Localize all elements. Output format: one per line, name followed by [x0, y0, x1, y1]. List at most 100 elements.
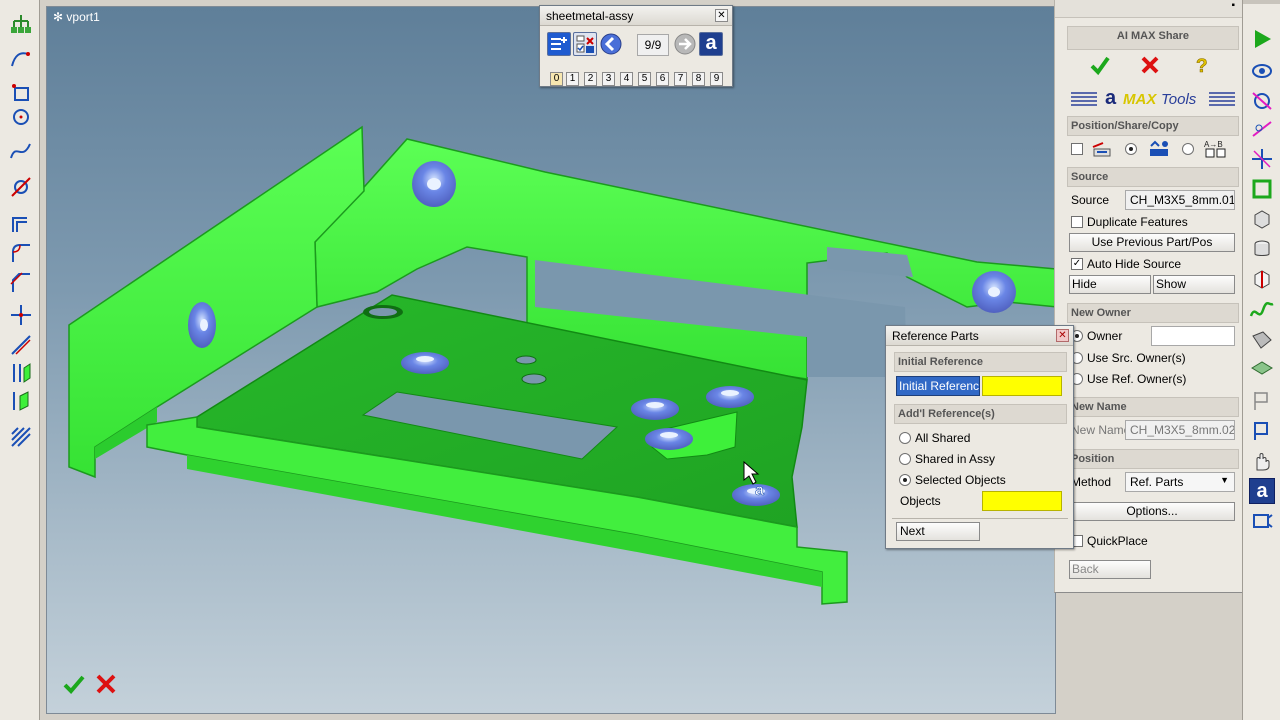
share-radio[interactable]	[1125, 143, 1137, 155]
duplicate-features-checkbox[interactable]	[1071, 216, 1083, 228]
shared-in-assy-label: Shared in Assy	[915, 452, 996, 466]
green-square-icon[interactable]	[1249, 176, 1275, 202]
check-icon[interactable]	[61, 671, 87, 697]
number-button[interactable]: 5	[638, 72, 651, 86]
position-header: Position	[1067, 449, 1239, 469]
source-field[interactable]: CH_M3X5_8mm.01	[1125, 190, 1235, 210]
number-button[interactable]: 7	[674, 72, 687, 86]
chevron-down-icon: ▼	[1220, 475, 1229, 485]
svg-text:A→B: A→B	[1204, 140, 1223, 149]
use-ref-owner-label: Use Ref. Owner(s)	[1087, 372, 1187, 386]
flag-icon[interactable]	[1249, 388, 1275, 414]
sheetmetal-assy-toolbar: sheetmetal-assy ✕ 9/9 a 0 1 2 3 4 5 6 7 8…	[539, 5, 733, 87]
split-tool-icon[interactable]	[8, 360, 34, 386]
number-button[interactable]: 4	[620, 72, 633, 86]
panel-title: AI MAX Share	[1067, 26, 1239, 50]
toolbar-titlebar: sheetmetal-assy ✕	[540, 6, 732, 26]
x-icon[interactable]	[93, 671, 119, 697]
method-select[interactable]: Ref. Parts ▼	[1125, 472, 1235, 492]
flag-blue-icon[interactable]	[1249, 418, 1275, 444]
maxtools-logo: a MAX Tools	[1067, 86, 1239, 112]
all-shared-radio[interactable]	[899, 432, 911, 444]
tangent-tool-icon[interactable]	[8, 174, 34, 200]
panel-titlebar: ▪	[1055, 0, 1243, 18]
curve-tool-icon[interactable]	[8, 46, 34, 72]
extend-tool-icon[interactable]	[8, 388, 34, 414]
objects-label: Objects	[900, 494, 941, 508]
rectangle-tool-icon[interactable]	[8, 80, 34, 106]
chamfer-tool-icon[interactable]	[8, 270, 34, 296]
check-list-icon[interactable]	[573, 32, 597, 56]
hide-button[interactable]: Hide	[1069, 275, 1151, 294]
line-tool-icon[interactable]	[8, 332, 34, 358]
number-button[interactable]: 1	[566, 72, 579, 86]
wave-icon[interactable]	[1249, 298, 1275, 324]
menu-lines-icon[interactable]	[1207, 90, 1237, 108]
axis-icon[interactable]	[1249, 146, 1275, 172]
owner-field[interactable]	[1151, 326, 1235, 346]
number-button[interactable]: 8	[692, 72, 705, 86]
position-checkbox[interactable]	[1071, 143, 1083, 155]
part-counter: 9/9	[637, 34, 669, 56]
duplicate-features-label: Duplicate Features	[1087, 215, 1188, 229]
help-icon[interactable]: ?	[1191, 54, 1213, 76]
new-name-field[interactable]: CH_M3X5_8mm.02	[1125, 420, 1235, 440]
initial-reference-field[interactable]: Initial Referenc	[896, 376, 980, 396]
share-mode-icon[interactable]	[1147, 138, 1171, 160]
hand-icon[interactable]	[1249, 448, 1275, 474]
intersect-tool-icon[interactable]	[8, 302, 34, 328]
hatch-tool-icon[interactable]	[8, 424, 34, 450]
play-icon[interactable]	[1249, 26, 1275, 52]
offset-tool-icon[interactable]	[8, 210, 34, 236]
next-button[interactable]: Next	[896, 522, 980, 541]
ok-check-icon[interactable]	[1089, 54, 1111, 76]
auto-hide-source-checkbox[interactable]: ✓	[1071, 258, 1083, 270]
method-label: Method	[1071, 475, 1112, 489]
objects-field[interactable]	[982, 491, 1062, 511]
hatch-panel-icon[interactable]	[1249, 356, 1275, 382]
owner-label: Owner	[1087, 329, 1123, 343]
cylinder-icon[interactable]	[1249, 236, 1275, 262]
ai-logo-icon[interactable]: a	[699, 32, 723, 56]
circle-tool-icon[interactable]	[8, 104, 34, 130]
quickplace-label: QuickPlace	[1087, 534, 1148, 548]
back-button[interactable]: Back	[1069, 560, 1151, 579]
menu-lines-icon[interactable]	[1069, 90, 1099, 108]
auto-hide-source-label: Auto Hide Source	[1087, 257, 1182, 271]
close-button[interactable]: ✕	[715, 9, 728, 22]
copy-mode-icon[interactable]: A→B	[1203, 138, 1229, 160]
add-list-icon[interactable]	[547, 32, 571, 56]
number-button[interactable]: 3	[602, 72, 615, 86]
options-button[interactable]: Options...	[1069, 502, 1235, 521]
gear-icon: ✻	[53, 10, 64, 24]
left-toolbar	[0, 0, 40, 720]
copy-radio[interactable]	[1182, 143, 1194, 155]
box-3d-icon[interactable]	[1249, 206, 1275, 232]
number-button[interactable]: 9	[710, 72, 723, 86]
spline-tool-icon[interactable]	[8, 138, 34, 164]
number-button[interactable]: 0	[550, 72, 563, 86]
cube-red-icon[interactable]	[1249, 266, 1275, 292]
number-button[interactable]: 2	[584, 72, 597, 86]
frame-icon[interactable]	[1249, 508, 1275, 534]
tree-icon[interactable]	[8, 12, 34, 38]
show-button[interactable]: Show	[1153, 275, 1235, 294]
cancel-x-icon[interactable]	[1139, 54, 1161, 76]
close-button[interactable]: ✕	[1056, 329, 1069, 342]
back-arrow-icon[interactable]	[599, 32, 623, 56]
selected-objects-radio[interactable]	[899, 474, 911, 486]
use-src-owner-label: Use Src. Owner(s)	[1087, 351, 1186, 365]
number-button[interactable]: 6	[656, 72, 669, 86]
tangent-arc-icon[interactable]	[1249, 88, 1275, 114]
sheet-bend-icon[interactable]	[1249, 328, 1275, 354]
right-toolbar: a	[1242, 0, 1280, 720]
fillet-tool-icon[interactable]	[8, 240, 34, 266]
rotate-view-icon[interactable]	[1249, 58, 1275, 84]
shared-in-assy-radio[interactable]	[899, 453, 911, 465]
use-previous-button[interactable]: Use Previous Part/Pos	[1069, 233, 1235, 252]
pin-icon[interactable]: ▪	[1231, 0, 1235, 11]
position-mode-icon[interactable]	[1091, 139, 1115, 159]
forward-arrow-icon[interactable]	[673, 32, 697, 56]
ai-logo-icon[interactable]: a	[1249, 478, 1275, 504]
cut-line-icon[interactable]	[1249, 116, 1275, 142]
